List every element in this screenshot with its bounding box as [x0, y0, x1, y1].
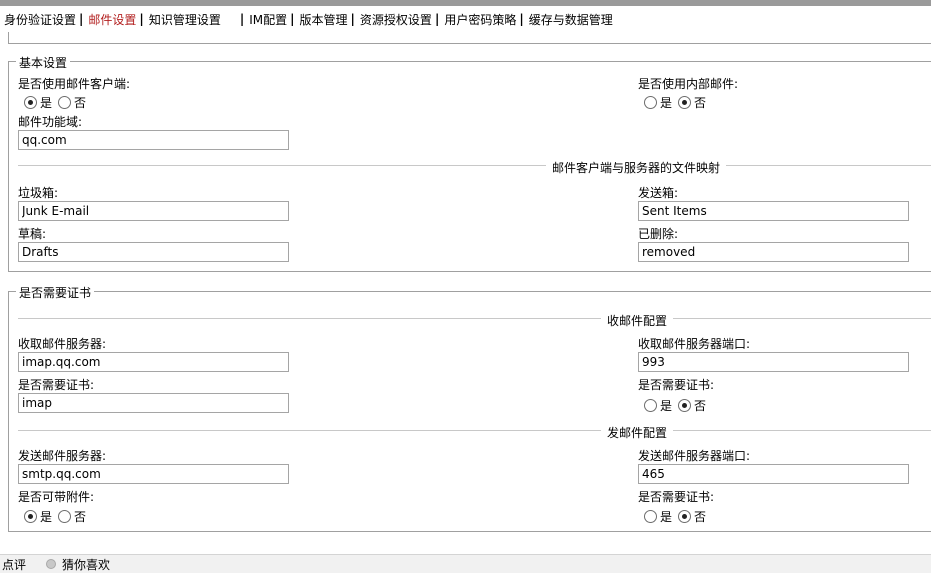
radio-selected-icon — [678, 399, 692, 412]
drafts-label: 草稿: — [18, 227, 47, 241]
radio-selected-icon — [678, 96, 692, 109]
radio-selected-icon — [24, 510, 37, 523]
attachment-label: 是否可带附件: — [18, 490, 95, 504]
tab-mail-settings[interactable]: 邮件设置 — [84, 11, 138, 28]
previous-panel-edge — [8, 32, 931, 44]
use-internal-mail-label: 是否使用内部邮件: — [638, 77, 739, 91]
use-mail-client-radios: 是 否 — [24, 94, 92, 111]
sent-input[interactable] — [638, 201, 909, 221]
mail-domain-label: 邮件功能域: — [18, 115, 83, 129]
recv-cert-input[interactable] — [18, 393, 289, 413]
recv-cert-label: 是否需要证书: — [18, 378, 95, 392]
junk-label: 垃圾箱: — [18, 186, 59, 200]
recv-server-label: 收取邮件服务器: — [18, 337, 107, 351]
mail-domain-input[interactable] — [18, 130, 289, 150]
send-divider — [18, 430, 931, 431]
sent-label: 发送箱: — [638, 186, 679, 200]
use-internal-mail-yes[interactable]: 是 — [644, 94, 672, 111]
basic-settings-legend: 基本设置 — [16, 54, 71, 71]
send-cert-radios: 是 否 — [644, 508, 712, 525]
deleted-input[interactable] — [638, 242, 909, 262]
tab-auth-settings[interactable]: 身份验证设置 — [0, 11, 78, 28]
tab-knowledge-settings[interactable]: 知识管理设置 — [145, 11, 223, 28]
radio-empty-icon — [644, 96, 657, 109]
bottom-bar: 点评 猜你喜欢 — [0, 554, 931, 573]
radio-empty-icon — [58, 510, 72, 523]
send-cert-yes[interactable]: 是 — [644, 508, 672, 525]
use-mail-client-yes[interactable]: 是 — [24, 94, 52, 111]
tab-version-management[interactable]: 版本管理 — [296, 11, 350, 28]
basic-settings-panel — [8, 61, 931, 272]
circle-icon — [46, 559, 57, 569]
send-server-label: 发送邮件服务器: — [18, 449, 107, 463]
drafts-input[interactable] — [18, 242, 289, 262]
recv-cert-yes[interactable]: 是 — [644, 397, 672, 414]
use-internal-mail-no[interactable]: 否 — [678, 94, 706, 111]
send-server-input[interactable] — [18, 464, 289, 484]
tab-im-config[interactable]: IM配置 — [245, 11, 289, 28]
recv-port-input[interactable] — [638, 352, 909, 372]
attachment-yes[interactable]: 是 — [24, 508, 52, 525]
recv-port-label: 收取邮件服务器端口: — [638, 337, 751, 351]
deleted-label: 已删除: — [638, 227, 679, 241]
attachment-no[interactable]: 否 — [58, 508, 86, 525]
use-mail-client-label: 是否使用邮件客户端: — [18, 77, 131, 91]
recv-cert-radios: 是 否 — [644, 397, 712, 414]
tab-resource-auth[interactable]: 资源授权设置 — [356, 11, 434, 28]
radio-selected-icon — [24, 96, 37, 109]
radio-empty-icon — [644, 510, 657, 523]
tab-cache-data[interactable]: 缓存与数据管理 — [525, 11, 615, 28]
mapping-title: 邮件客户端与服务器的文件映射 — [546, 159, 727, 176]
mapping-divider — [18, 165, 931, 166]
junk-input[interactable] — [18, 201, 289, 221]
recv-cert-radio-label: 是否需要证书: — [638, 378, 715, 392]
comment-link[interactable]: 点评 — [2, 556, 26, 573]
send-port-label: 发送邮件服务器端口: — [638, 449, 751, 463]
send-cert-no[interactable]: 否 — [678, 508, 706, 525]
recv-server-input[interactable] — [18, 352, 289, 372]
radio-empty-icon — [644, 399, 657, 412]
send-port-input[interactable] — [638, 464, 909, 484]
use-internal-mail-radios: 是 否 — [644, 94, 712, 111]
recv-divider — [18, 318, 931, 319]
cert-legend: 是否需要证书 — [16, 284, 95, 301]
recv-config-title: 收邮件配置 — [601, 312, 674, 329]
recv-cert-no[interactable]: 否 — [678, 397, 706, 414]
settings-tab-bar: 身份验证设置 | 邮件设置 | 知识管理设置 | IM配置 | 版本管理 | 资… — [0, 6, 931, 32]
radio-empty-icon — [58, 96, 72, 109]
attachment-radios: 是 否 — [24, 508, 92, 525]
use-mail-client-no[interactable]: 否 — [58, 94, 86, 111]
radio-selected-icon — [678, 510, 692, 523]
tab-password-policy[interactable]: 用户密码策略 — [440, 11, 518, 28]
send-cert-radio-label: 是否需要证书: — [638, 490, 715, 504]
guess-you-like-link[interactable]: 猜你喜欢 — [62, 556, 110, 573]
send-config-title: 发邮件配置 — [601, 424, 674, 441]
